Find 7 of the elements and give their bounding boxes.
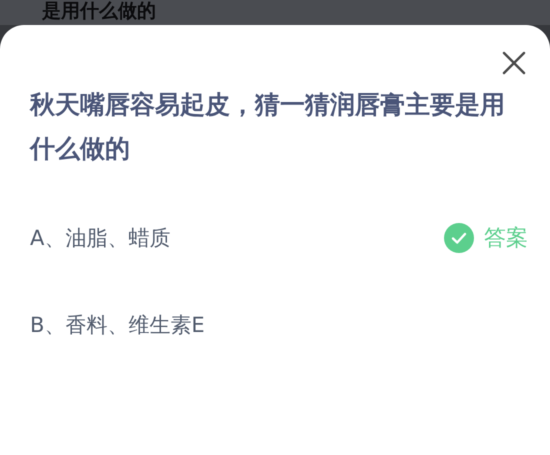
background-question-text: 是用什么做的 [42, 0, 156, 22]
question-text: 秋天嘴唇容易起皮，猜一猜润唇膏主要是用什么做的 [30, 89, 506, 165]
answer-label: 答案 [484, 225, 528, 253]
close-button[interactable] [500, 49, 528, 77]
option-text[interactable]: A、油脂、蜡质 [30, 224, 170, 252]
option-text[interactable]: B、香料、维生素E [30, 311, 205, 339]
close-icon [502, 51, 526, 75]
